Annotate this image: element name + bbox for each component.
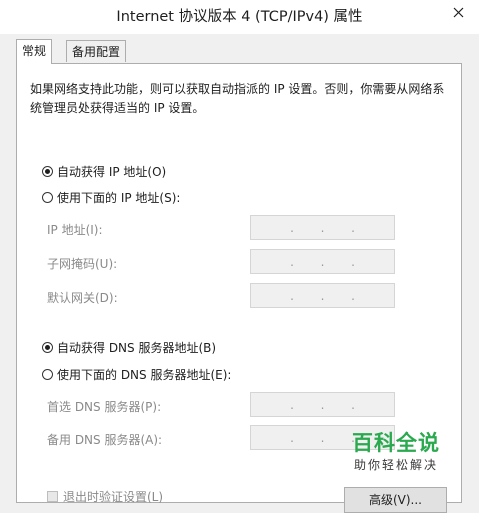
manual-dns-label: 使用下面的 DNS 服务器地址(E): [57,368,232,382]
preferred-dns-input[interactable]: . . . [250,392,395,417]
auto-dns-radio[interactable]: 自动获得 DNS 服务器地址(B) [42,339,216,356]
checkbox-indicator [47,491,58,502]
preferred-dns-label: 首选 DNS 服务器(P): [47,400,162,414]
description-text: 如果网络支持此功能，则可以获取自动指派的 IP 设置。否则，你需要从网络系统管理… [30,82,445,115]
radio-indicator-checked [42,166,53,177]
default-gateway-value: . . . [290,288,355,303]
radio-indicator [42,192,53,203]
close-icon [453,7,464,17]
default-gateway-label: 默认网关(D): [47,291,118,305]
auto-ip-label: 自动获得 IP 地址(O) [57,165,167,179]
manual-ip-label: 使用下面的 IP 地址(S): [57,191,181,205]
title-bar: Internet 协议版本 4 (TCP/IPv4) 属性 [0,0,479,34]
watermark-subtitle: 助你轻松解决 [353,458,438,472]
ip-address-value: . . . [290,220,355,235]
radio-indicator [42,369,53,380]
subnet-mask-label: 子网掩码(U): [47,257,118,271]
radio-indicator-checked [42,342,53,353]
close-button[interactable] [438,0,479,24]
auto-dns-label: 自动获得 DNS 服务器地址(B) [57,341,217,355]
manual-dns-radio[interactable]: 使用下面的 DNS 服务器地址(E): [42,366,235,383]
preferred-dns-value: . . . [290,397,355,412]
watermark-logo: 百科全说 助你轻松解决 [336,430,456,485]
alternate-dns-label: 备用 DNS 服务器(A): [47,433,163,447]
ip-address-input[interactable]: . . . [250,215,395,240]
advanced-button[interactable]: 高级(V)... [344,487,447,513]
watermark-title: 百科全说 [352,431,440,455]
subnet-mask-input[interactable]: . . . [250,249,395,274]
manual-ip-radio[interactable]: 使用下面的 IP 地址(S): [42,189,184,206]
validate-on-exit-checkbox[interactable]: 退出时验证设置(L) [47,488,163,505]
subnet-mask-value: . . . [290,254,355,269]
validate-on-exit-label: 退出时验证设置(L) [63,490,164,504]
tab-alternate-config[interactable]: 备用配置 [66,40,127,62]
auto-ip-radio[interactable]: 自动获得 IP 地址(O) [42,163,166,180]
default-gateway-input[interactable]: . . . [250,283,395,308]
ip-address-label: IP 地址(I): [47,223,103,237]
window-title: Internet 协议版本 4 (TCP/IPv4) 属性 [116,9,363,25]
tab-general[interactable]: 常规 [16,39,53,64]
